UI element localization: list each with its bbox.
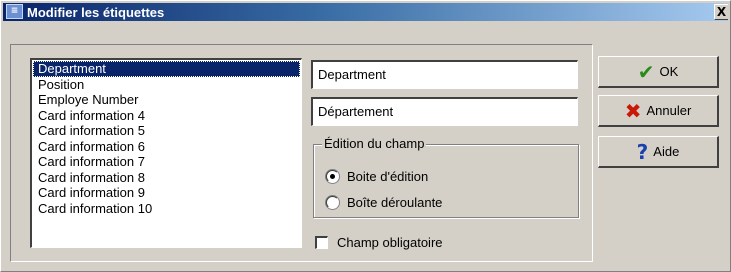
list-item[interactable]: Card information 6: [33, 139, 300, 155]
edit-box-radio-row[interactable]: Boite d'édition: [326, 168, 428, 184]
original-label-field[interactable]: Department: [311, 60, 578, 89]
ok-button[interactable]: ✔ OK: [598, 56, 719, 88]
help-button-label: Aide: [653, 144, 680, 159]
checkmark-icon: ✔: [637, 59, 655, 84]
app-icon: ≡: [6, 4, 23, 19]
title-bar[interactable]: ≡ Modifier les étiquettes X: [3, 3, 728, 21]
field-edit-group-title: Édition du champ: [322, 136, 427, 151]
cross-icon: ✖: [624, 98, 642, 123]
dropdown-radio[interactable]: [326, 195, 339, 209]
cancel-button[interactable]: ✖ Annuler: [598, 95, 719, 127]
close-button[interactable]: X: [714, 4, 728, 20]
list-item[interactable]: Card information 7: [33, 154, 300, 170]
help-button[interactable]: ? Aide: [598, 136, 719, 168]
cancel-button-label: Annuler: [646, 103, 692, 118]
edit-box-radio-label: Boite d'édition: [347, 168, 429, 184]
translated-label-field[interactable]: Département: [311, 97, 578, 126]
list-item[interactable]: Card information 5: [33, 123, 300, 139]
list-item[interactable]: Position: [33, 77, 300, 93]
list-item[interactable]: Card information 9: [33, 185, 300, 201]
edit-box-radio[interactable]: [326, 169, 339, 183]
required-field-row[interactable]: Champ obligatoire: [315, 234, 443, 250]
dropdown-radio-row[interactable]: Boîte déroulante: [326, 194, 442, 210]
required-field-checkbox[interactable]: [315, 235, 328, 249]
window-title: Modifier les étiquettes: [27, 5, 165, 20]
list-item[interactable]: Card information 4: [33, 108, 300, 124]
dropdown-radio-label: Boîte déroulante: [347, 194, 443, 210]
list-item[interactable]: Employe Number: [33, 92, 300, 108]
question-icon: ?: [636, 139, 649, 164]
list-item[interactable]: Department: [33, 61, 300, 77]
list-item[interactable]: Card information 8: [33, 170, 300, 186]
list-item[interactable]: Card information 10: [33, 201, 300, 217]
required-field-label: Champ obligatoire: [337, 234, 443, 250]
labels-listbox[interactable]: Department Position Employe Number Card …: [30, 58, 302, 248]
ok-button-label: OK: [659, 64, 679, 79]
